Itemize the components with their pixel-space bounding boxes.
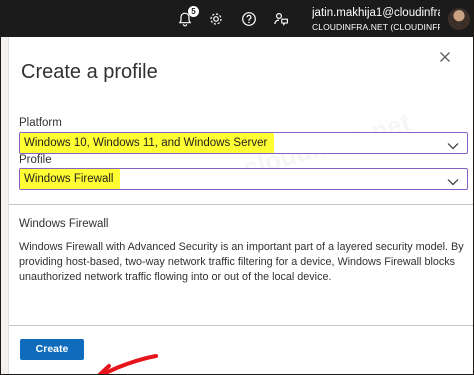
create-button[interactable]: Create	[20, 339, 84, 360]
platform-dropdown[interactable]: Windows 10, Windows 11, and Windows Serv…	[19, 132, 468, 154]
feedback-icon[interactable]	[273, 11, 289, 27]
red-arrow-annotation	[97, 354, 158, 374]
platform-label: Platform	[19, 117, 62, 129]
gear-icon[interactable]	[208, 11, 224, 27]
close-icon[interactable]	[437, 49, 453, 65]
chevron-down-icon	[447, 138, 459, 150]
account-name: jatin.makhija1@cloudinfra.net	[312, 7, 440, 19]
avatar[interactable]	[448, 8, 470, 30]
account-tenant: CLOUDINFRA.NET (CLOUDINFRA.NET)	[312, 22, 440, 32]
section-divider	[9, 204, 473, 205]
profile-selected-value: Windows Firewall	[20, 169, 121, 189]
platform-selected-value: Windows 10, Windows 11, and Windows Serv…	[20, 133, 275, 153]
background-portal-edge	[1, 37, 9, 374]
page-title: Create a profile	[21, 61, 158, 84]
profile-details-title: Windows Firewall	[19, 218, 109, 230]
account-info[interactable]: jatin.makhija1@cloudinfra.net CLOUDINFRA…	[312, 6, 440, 33]
create-profile-panel: Create a profile cloudinfra.net Platform…	[9, 37, 473, 374]
app-frame: 5 jatin.makhija1@cloudinfra.net CLOUDINF…	[0, 0, 474, 375]
top-bar: 5 jatin.makhija1@cloudinfra.net CLOUDINF…	[1, 1, 473, 37]
profile-description: Windows Firewall with Advanced Security …	[19, 241, 464, 283]
profile-dropdown[interactable]: Windows Firewall	[19, 168, 468, 190]
footer-divider	[9, 325, 473, 326]
notification-badge: 5	[188, 6, 199, 17]
help-icon[interactable]	[241, 11, 257, 27]
profile-label: Profile	[19, 154, 52, 166]
chevron-down-icon	[447, 174, 459, 186]
